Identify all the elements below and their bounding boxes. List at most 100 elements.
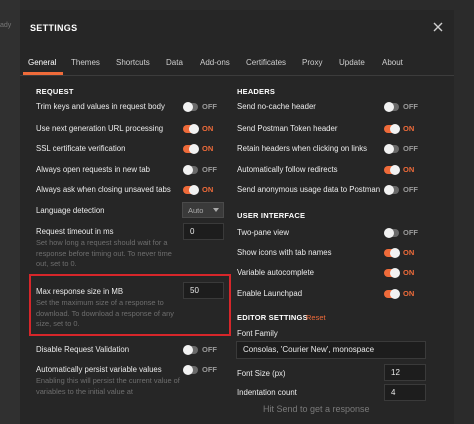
toggle-state: ON [403,248,415,257]
close-icon[interactable] [430,19,446,35]
toggle-state: OFF [202,102,217,111]
background-response-hint: Hit Send to get a response [263,404,370,414]
background-fragment-text: ady [0,22,12,29]
tab-shortcuts[interactable]: Shortcuts [116,58,150,67]
follow-redirects-label: Automatically follow redirects [237,165,338,174]
toggle-state: OFF [403,102,418,111]
toggle-knob [390,248,400,258]
no-cache-label: Send no-cache header [237,102,316,111]
toggle-state: OFF [202,345,217,354]
toggle-knob [189,124,199,134]
toggle-knob [384,228,394,238]
toggle-state: ON [202,144,214,153]
no-cache-toggle[interactable]: OFF [384,102,418,112]
postman-token-label: Send Postman Token header [237,124,338,133]
toggle-knob [183,102,193,112]
toggle-knob [390,268,400,278]
two-pane-label: Two-pane view [237,228,290,237]
request-timeout-input[interactable]: 0 [183,223,224,240]
toggle-knob [390,289,400,299]
tab-certificates[interactable]: Certificates [246,58,286,67]
auto-persist-toggle[interactable]: OFF [183,365,217,375]
tab-general[interactable]: General [28,58,56,67]
max-response-size-description: Set the maximum size of a response to do… [36,298,174,328]
ask-closing-unsaved-toggle[interactable]: ON [183,185,217,195]
indentation-label: Indentation count [237,388,297,397]
editor-reset-link[interactable]: Reset [306,313,326,322]
anonymous-usage-toggle[interactable]: OFF [384,185,418,195]
language-detection-label: Language detection [36,206,105,215]
toggle-state: OFF [403,228,418,237]
toggle-knob [189,144,199,154]
user-interface-section-title: USER INTERFACE [237,211,306,220]
launchpad-label: Enable Launchpad [237,289,303,298]
toggle-state: OFF [202,165,217,174]
next-gen-url-label: Use next generation URL processing [36,124,164,133]
toggle-knob [390,165,400,175]
anonymous-usage-label: Send anonymous usage data to Postman [237,185,381,194]
toggle-state: ON [202,124,214,133]
tab-update[interactable]: Update [339,58,365,67]
next-gen-url-toggle[interactable]: ON [183,124,217,134]
tab-data[interactable]: Data [166,58,183,67]
launchpad-toggle[interactable]: ON [384,289,418,299]
indentation-input[interactable]: 4 [384,384,426,401]
background-app-panel [0,0,20,424]
tab-themes[interactable]: Themes [71,58,100,67]
retain-headers-toggle[interactable]: OFF [384,144,418,154]
request-section-title: REQUEST [36,87,74,96]
toggle-state: ON [403,289,415,298]
toggle-state: ON [202,185,214,194]
trim-keys-toggle[interactable]: OFF [183,102,217,112]
ask-closing-unsaved-label: Always ask when closing unsaved tabs [36,185,171,194]
request-timeout-description: Set how long a request should wait for a… [36,238,172,268]
font-family-label: Font Family [237,329,278,338]
request-timeout-label: Request timeout in ms [36,227,114,236]
toggle-state: ON [403,268,415,277]
disable-validation-toggle[interactable]: OFF [183,345,217,355]
icons-tab-names-toggle[interactable]: ON [384,248,418,258]
variable-autocomplete-label: Variable autocomplete [237,268,315,277]
ssl-verification-toggle[interactable]: ON [183,144,217,154]
max-response-size-input[interactable]: 50 [183,282,224,299]
max-response-size-label: Max response size in MB [36,287,124,296]
toggle-state: OFF [403,185,418,194]
active-tab-indicator [23,72,63,75]
language-detection-select[interactable]: Auto [182,202,224,218]
chevron-down-icon [213,208,219,212]
modal-header: SETTINGS [20,10,454,46]
ssl-verification-label: SSL certificate verification [36,144,126,153]
toggle-knob [183,365,193,375]
trim-keys-label: Trim keys and values in request body [36,102,165,111]
tab-add-ons[interactable]: Add-ons [200,58,230,67]
always-open-new-tab-label: Always open requests in new tab [36,165,150,174]
toggle-state: OFF [403,144,418,153]
toggle-knob [384,185,394,195]
toggle-knob [390,124,400,134]
retain-headers-label: Retain headers when clicking on links [237,144,368,153]
toggle-knob [384,102,394,112]
disable-validation-label: Disable Request Validation [36,345,130,354]
toggle-state: OFF [202,365,217,374]
modal-title: SETTINGS [30,23,78,33]
two-pane-toggle[interactable]: OFF [384,228,418,238]
toggle-knob [384,144,394,154]
postman-token-toggle[interactable]: ON [384,124,418,134]
editor-section-title: EDITOR SETTINGS [237,313,308,322]
auto-persist-description: Enabling this will persist the current v… [36,376,180,396]
font-family-input[interactable]: Consolas, 'Courier New', monospace [236,341,426,359]
icons-tab-names-label: Show icons with tab names [237,248,332,257]
headers-section-title: HEADERS [237,87,276,96]
follow-redirects-toggle[interactable]: ON [384,165,418,175]
font-size-input[interactable]: 12 [384,364,426,381]
auto-persist-label: Automatically persist variable values [36,365,162,374]
toggle-knob [183,345,193,355]
tab-proxy[interactable]: Proxy [302,58,322,67]
settings-tabs: General Themes Shortcuts Data Add-ons Ce… [20,54,454,76]
always-open-new-tab-toggle[interactable]: OFF [183,165,217,175]
language-detection-value: Auto [188,206,204,215]
tab-about[interactable]: About [382,58,403,67]
toggle-knob [189,185,199,195]
variable-autocomplete-toggle[interactable]: ON [384,268,418,278]
toggle-knob [183,165,193,175]
